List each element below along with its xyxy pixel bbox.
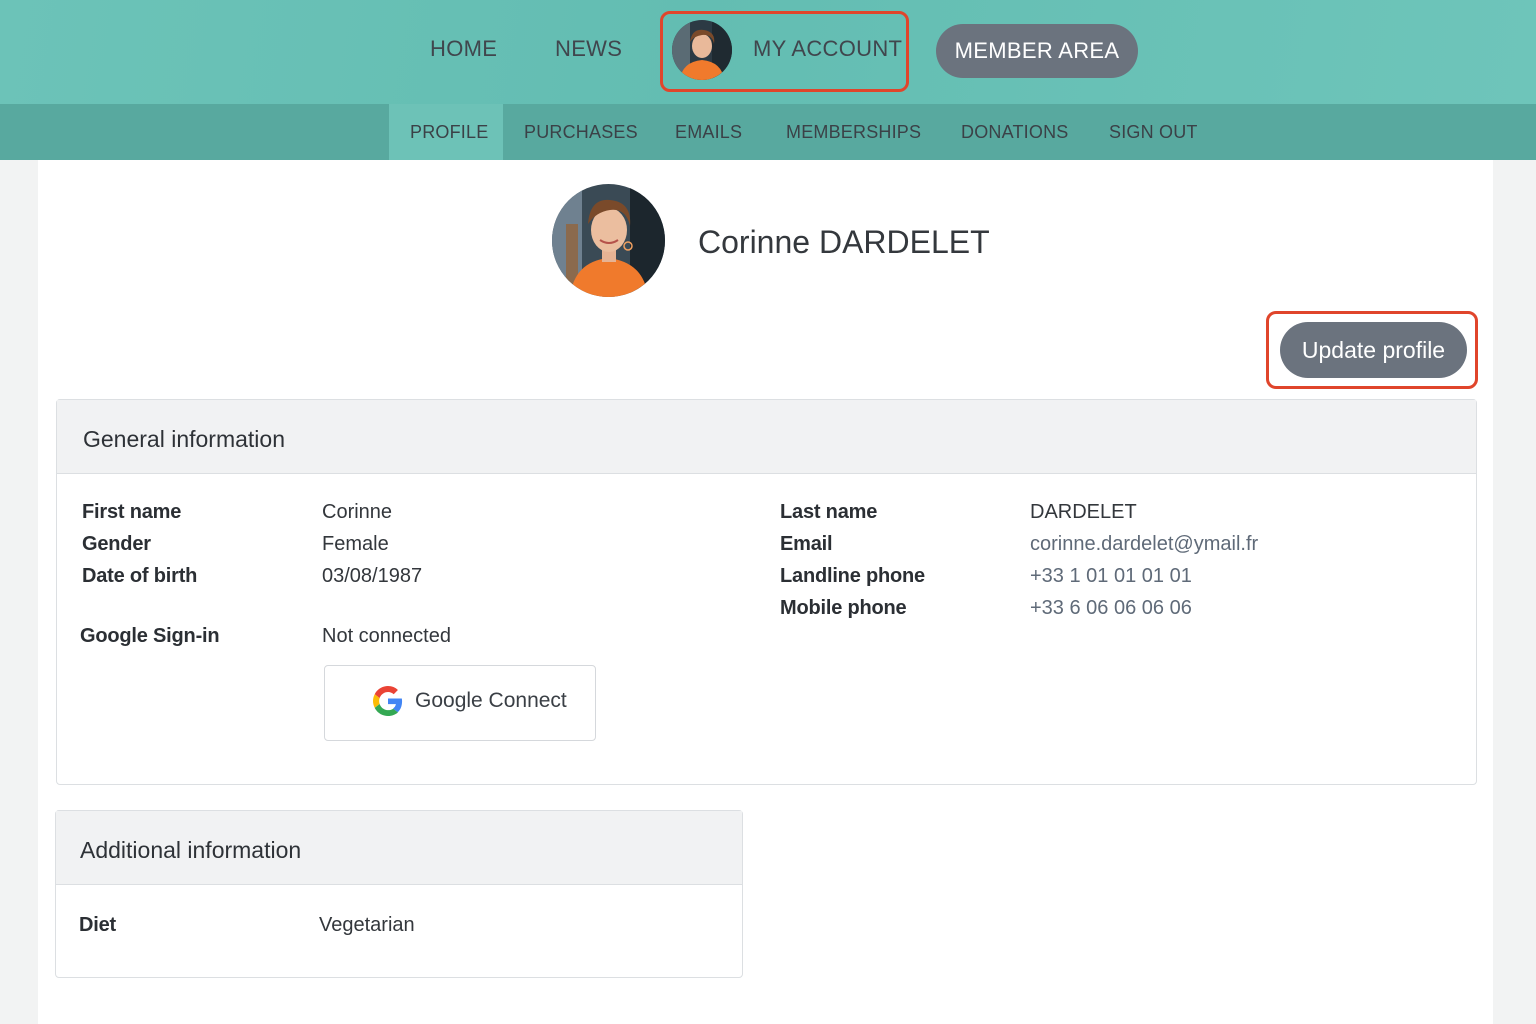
- nav-news-link[interactable]: NEWS: [555, 36, 622, 68]
- tab-sign-out[interactable]: SIGN OUT: [1109, 104, 1198, 160]
- account-avatar[interactable]: [672, 20, 732, 80]
- first-name-value: Corinne: [322, 501, 393, 523]
- member-area-button[interactable]: MEMBER AREA: [936, 24, 1138, 78]
- general-information-title: General information: [83, 426, 285, 452]
- gender-value: Female: [322, 533, 389, 555]
- update-profile-button[interactable]: Update profile: [1280, 322, 1467, 378]
- nav-home-link[interactable]: HOME: [430, 36, 497, 68]
- tab-donations[interactable]: DONATIONS: [961, 104, 1068, 160]
- email-link[interactable]: corinne.dardelet@ymail.fr: [1030, 533, 1258, 556]
- tab-purchases[interactable]: PURCHASES: [524, 104, 638, 160]
- google-connect-label: Google Connect: [415, 689, 567, 712]
- additional-information-panel: [55, 810, 743, 978]
- profile-name: Corinne DARDELET: [698, 224, 990, 260]
- last-name-value: DARDELET: [1030, 501, 1137, 523]
- tab-emails[interactable]: EMAILS: [675, 104, 742, 160]
- first-name-label: First name: [82, 501, 182, 523]
- google-icon: [373, 686, 403, 716]
- tab-memberships[interactable]: MEMBERSHIPS: [786, 104, 921, 160]
- sub-navigation-bar: [0, 104, 1536, 160]
- date-of-birth-label: Date of birth: [82, 565, 198, 587]
- date-of-birth-value: 03/08/1987: [322, 565, 423, 587]
- google-sign-in-status: Not connected: [322, 625, 451, 647]
- profile-avatar: [552, 184, 665, 297]
- additional-information-title: Additional information: [80, 837, 302, 863]
- gender-label: Gender: [82, 533, 151, 555]
- tab-profile[interactable]: PROFILE: [410, 104, 488, 160]
- nav-my-account-link[interactable]: MY ACCOUNT: [753, 36, 902, 68]
- landline-phone-link[interactable]: +33 1 01 01 01 01: [1030, 565, 1192, 588]
- google-sign-in-label: Google Sign-in: [80, 625, 220, 647]
- email-label: Email: [780, 533, 833, 555]
- mobile-phone-link[interactable]: +33 6 06 06 06 06: [1030, 597, 1192, 620]
- general-information-panel: [56, 399, 1477, 785]
- last-name-label: Last name: [780, 501, 878, 523]
- landline-phone-label: Landline phone: [780, 565, 925, 587]
- mobile-phone-label: Mobile phone: [780, 597, 907, 619]
- diet-value: Vegetarian: [319, 914, 415, 936]
- diet-label: Diet: [79, 914, 116, 936]
